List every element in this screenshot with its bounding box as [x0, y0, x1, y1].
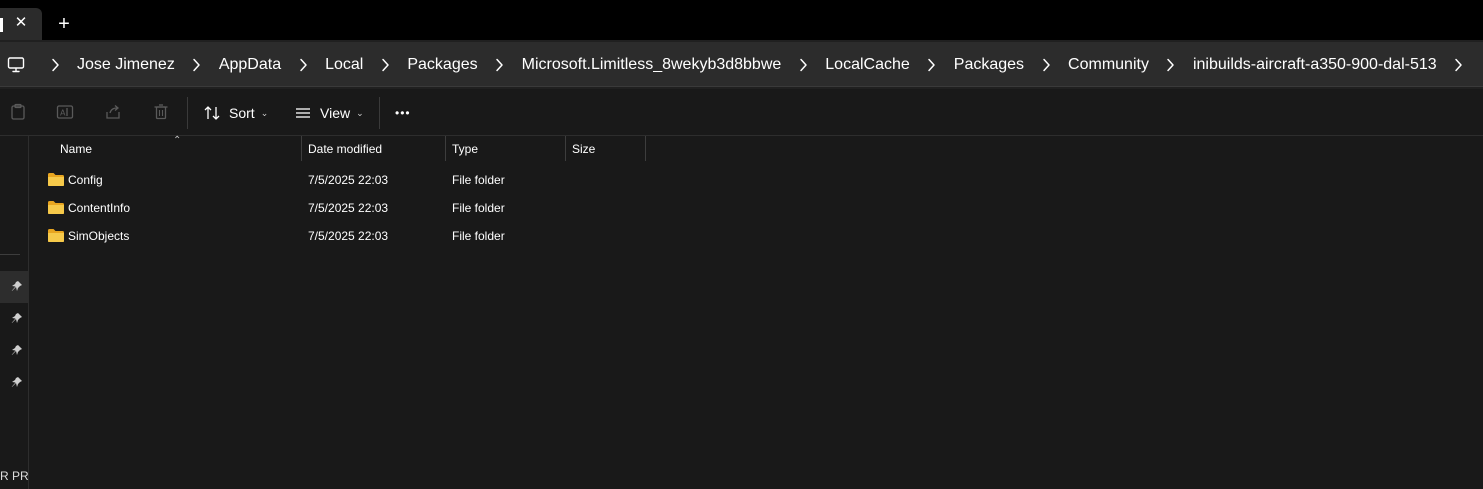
column-header-type[interactable]: Type: [446, 136, 478, 163]
file-type: File folder: [452, 173, 505, 187]
rename-icon[interactable]: A: [56, 103, 74, 121]
breadcrumb-item[interactable]: Packages: [951, 56, 1027, 74]
column-header-date-modified[interactable]: Date modified: [302, 136, 382, 163]
sort-label: Sort: [229, 105, 255, 121]
chevron-right-icon[interactable]: [922, 58, 942, 72]
file-name: SimObjects: [68, 229, 130, 243]
column-divider[interactable]: [645, 136, 646, 161]
chevron-down-icon: ⌄: [356, 107, 364, 118]
table-row[interactable]: SimObjects 7/5/2025 22:03 File folder: [30, 222, 647, 250]
close-tab-icon[interactable]: ✕: [14, 15, 28, 31]
toolbar-divider: [379, 97, 380, 129]
pin-icon[interactable]: [11, 312, 23, 324]
toolbar-divider: [187, 97, 188, 129]
view-list-icon: [296, 108, 310, 118]
breadcrumb-item[interactable]: Local: [322, 56, 366, 74]
computer-icon[interactable]: [7, 56, 25, 74]
view-button[interactable]: View ⌄: [294, 97, 364, 129]
more-icon: •••: [395, 106, 411, 120]
chevron-right-icon[interactable]: [375, 58, 395, 72]
command-bar: A Sort ⌄ View ⌄ •••: [0, 89, 1483, 136]
breadcrumb-item[interactable]: Packages: [404, 56, 480, 74]
breadcrumb-item[interactable]: Community: [1065, 56, 1152, 74]
sort-button[interactable]: Sort ⌄: [203, 97, 268, 129]
column-headers: ⌃ Name Date modified Type Size: [30, 135, 647, 163]
table-row[interactable]: Config 7/5/2025 22:03 File folder: [30, 166, 647, 194]
chevron-right-icon[interactable]: [45, 58, 65, 72]
sort-icon: [204, 106, 220, 120]
chevron-right-icon[interactable]: [1449, 58, 1469, 72]
delete-icon[interactable]: [152, 103, 170, 121]
chevron-right-icon[interactable]: [293, 58, 313, 72]
file-date: 7/5/2025 22:03: [308, 173, 389, 187]
file-type: File folder: [452, 229, 505, 243]
file-date: 7/5/2025 22:03: [308, 201, 389, 215]
chevron-right-icon[interactable]: [793, 58, 813, 72]
nav-item-truncated[interactable]: R PRO: [0, 469, 28, 483]
address-bar: Jose Jimenez AppData Local Packages Microsof…: [0, 40, 1483, 89]
svg-text:A: A: [60, 109, 66, 118]
pin-icon[interactable]: [11, 344, 23, 356]
file-date: 7/5/2025 22:03: [308, 229, 389, 243]
nav-divider: [0, 254, 20, 255]
pin-icon[interactable]: [11, 280, 23, 292]
share-icon[interactable]: [104, 103, 122, 121]
paste-icon[interactable]: [9, 103, 27, 121]
chevron-right-icon[interactable]: [1161, 58, 1181, 72]
column-header-name[interactable]: Name: [54, 136, 92, 163]
more-options-button[interactable]: •••: [395, 97, 411, 129]
view-label: View: [320, 105, 351, 121]
chevron-right-icon[interactable]: [490, 58, 510, 72]
table-row[interactable]: ContentInfo 7/5/2025 22:03 File folder: [30, 194, 647, 222]
breadcrumb-item[interactable]: Jose Jimenez: [74, 56, 178, 74]
chevron-right-icon[interactable]: [1036, 58, 1056, 72]
column-header-size[interactable]: Size: [566, 136, 595, 163]
active-tab[interactable]: ✕: [0, 8, 42, 40]
breadcrumb-item[interactable]: Microsoft.Limitless_8wekyb3d8bbwe: [519, 56, 785, 74]
sort-ascending-icon: ⌃: [173, 135, 182, 146]
breadcrumb-item[interactable]: LocalCache: [822, 56, 913, 74]
chevron-right-icon[interactable]: [187, 58, 207, 72]
folder-icon: [48, 201, 64, 214]
breadcrumb-item[interactable]: AppData: [216, 56, 284, 74]
file-type: File folder: [452, 201, 505, 215]
navigation-pane: R PRO: [0, 136, 29, 489]
file-name: Config: [68, 173, 103, 187]
new-tab-button[interactable]: +: [54, 13, 74, 35]
breadcrumb-item[interactable]: inibuilds-aircraft-a350-900-dal-513: [1190, 56, 1440, 74]
breadcrumb-field[interactable]: Jose Jimenez AppData Local Packages Microsof…: [0, 42, 1483, 87]
folder-icon: [48, 173, 64, 186]
file-name: ContentInfo: [68, 201, 131, 215]
breadcrumb: Jose Jimenez AppData Local Packages Microsof…: [36, 42, 1478, 87]
file-list: ⌃ Name Date modified Type Size Config 7/…: [30, 135, 1483, 489]
tab-title-fragment: [0, 18, 3, 32]
pin-icon[interactable]: [11, 376, 23, 388]
title-bar: ✕ +: [0, 0, 1483, 40]
folder-icon: [48, 229, 64, 242]
chevron-down-icon: ⌄: [260, 107, 269, 118]
